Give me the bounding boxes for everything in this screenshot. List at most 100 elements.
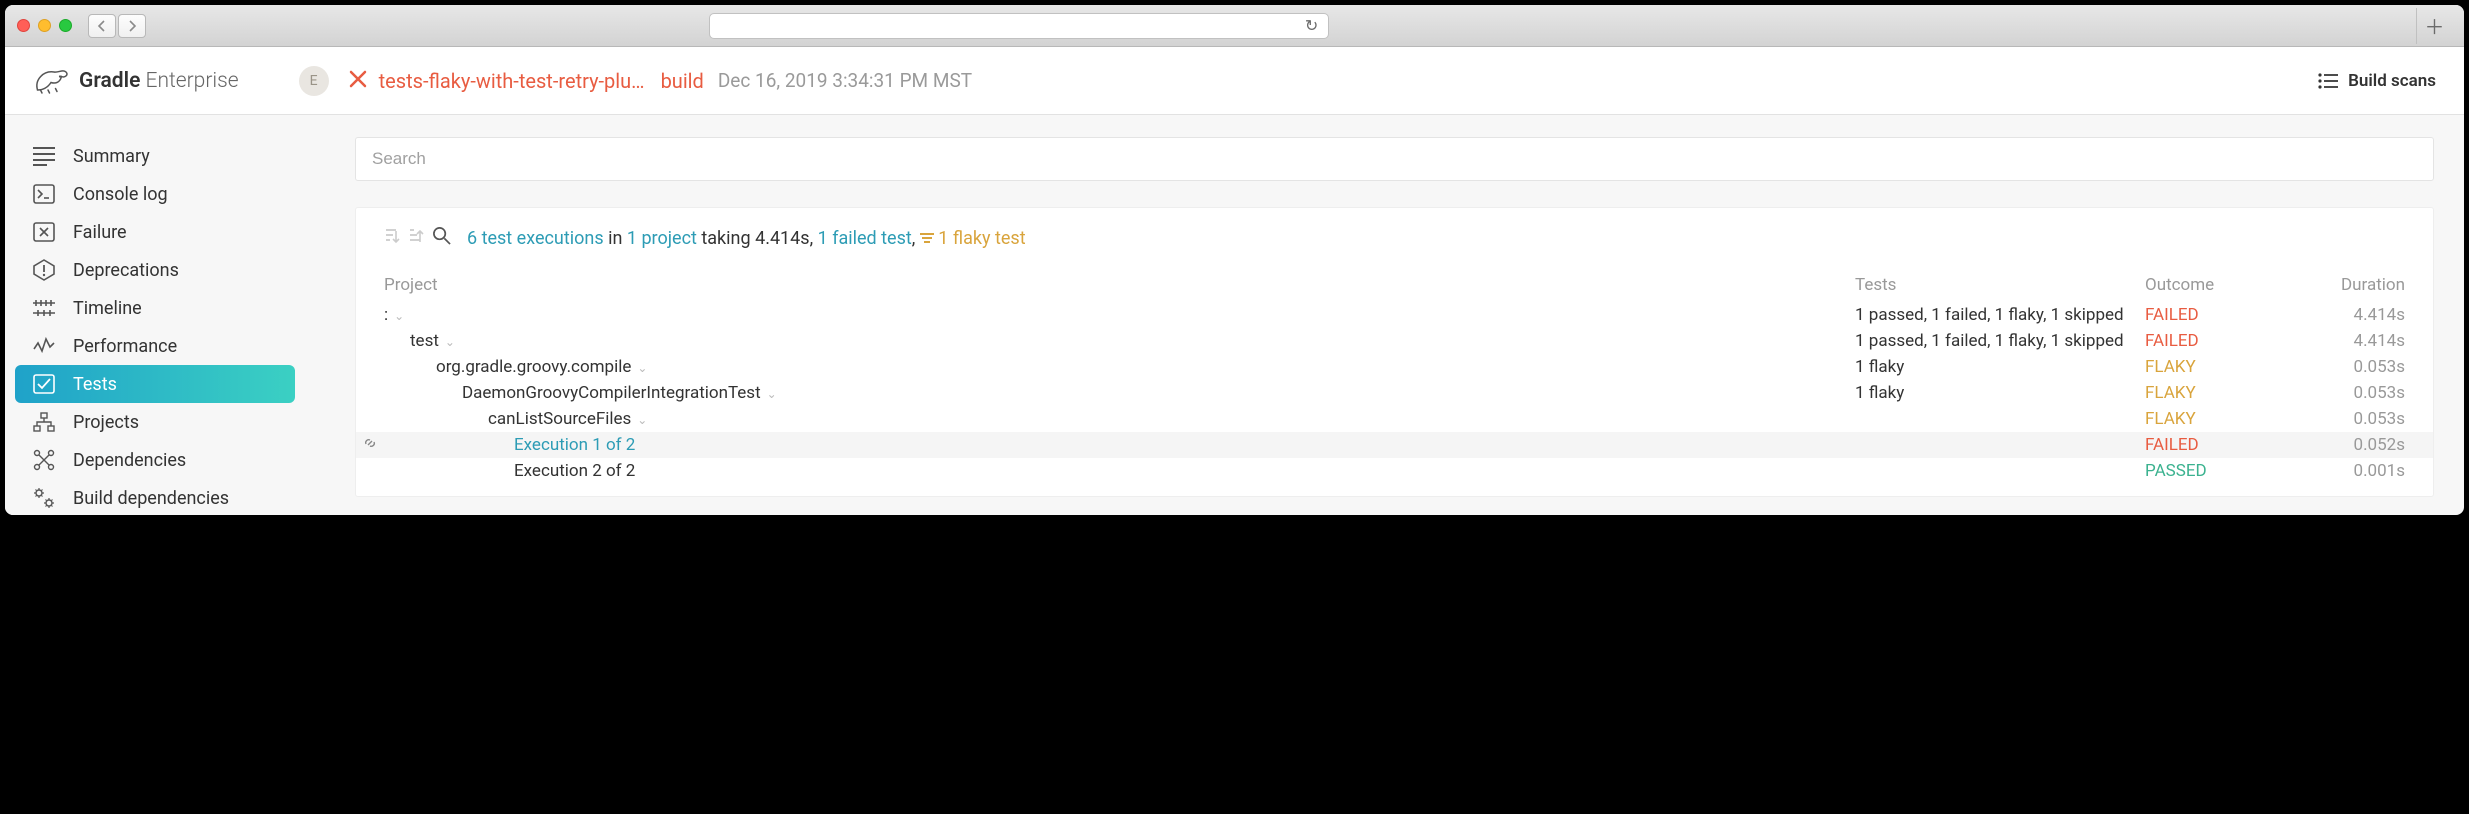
sidebar-item-build-dependencies[interactable]: Build dependencies xyxy=(5,479,305,515)
dependencies-icon xyxy=(33,449,55,471)
chevron-down-icon[interactable]: ⌄ xyxy=(388,309,404,323)
sidebar: Summary Console log Failure Deprecations xyxy=(5,115,305,515)
summary-text: 6 test executions in 1 project taking 4.… xyxy=(467,228,1026,249)
row-tests: 1 passed, 1 failed, 1 flaky, 1 skipped xyxy=(1855,331,2145,351)
performance-icon xyxy=(33,335,55,357)
row-duration: 0.052s xyxy=(2295,435,2405,455)
sidebar-item-label: Build dependencies xyxy=(73,488,229,509)
project-count-link[interactable]: 1 project xyxy=(627,228,697,249)
row-outcome: FAILED xyxy=(2145,305,2295,325)
magnifier-icon[interactable] xyxy=(432,226,457,250)
gradle-elephant-icon xyxy=(33,67,69,95)
row-outcome: FAILED xyxy=(2145,435,2295,455)
row-outcome: FLAKY xyxy=(2145,357,2295,377)
chevron-down-icon[interactable]: ⌄ xyxy=(761,387,777,401)
timeline-icon xyxy=(33,297,55,319)
row-duration: 0.053s xyxy=(2295,383,2405,403)
close-window-button[interactable] xyxy=(17,19,30,32)
project-name[interactable]: tests-flaky-with-test-retry-plu… xyxy=(379,69,645,93)
row-outcome: FAILED xyxy=(2145,331,2295,351)
sidebar-item-label: Timeline xyxy=(73,298,142,319)
row-tests: 1 flaky xyxy=(1855,383,2145,403)
project-badge[interactable]: E xyxy=(299,66,329,96)
console-icon xyxy=(33,183,55,205)
sidebar-item-console-log[interactable]: Console log xyxy=(5,175,305,213)
chevron-down-icon[interactable]: ⌄ xyxy=(631,413,647,427)
main-content: 6 test executions in 1 project taking 4.… xyxy=(305,115,2464,515)
table-row[interactable]: Execution 2 of 2 PASSED0.001s xyxy=(378,458,2411,484)
browser-nav xyxy=(88,14,146,38)
table-row[interactable]: :⌄1 passed, 1 failed, 1 flaky, 1 skipped… xyxy=(378,302,2411,328)
address-bar[interactable]: ↻ xyxy=(709,13,1329,39)
col-project[interactable]: Project xyxy=(384,275,1855,295)
sidebar-item-failure[interactable]: Failure xyxy=(5,213,305,251)
sort-desc-icon[interactable] xyxy=(384,227,400,250)
tests-table: Project Tests Outcome Duration :⌄1 passe… xyxy=(378,272,2411,484)
sidebar-item-tests[interactable]: Tests xyxy=(15,365,295,403)
tests-panel: 6 test executions in 1 project taking 4.… xyxy=(355,207,2434,497)
app-header: Gradle Enterprise E tests-flaky-with-tes… xyxy=(5,47,2464,115)
table-row[interactable]: test⌄1 passed, 1 failed, 1 flaky, 1 skip… xyxy=(378,328,2411,354)
tests-summary: 6 test executions in 1 project taking 4.… xyxy=(378,226,2411,250)
build-scans-link[interactable]: Build scans xyxy=(2318,71,2436,91)
row-label: test⌄ xyxy=(384,331,1855,351)
row-label: Execution 1 of 2 xyxy=(384,435,1855,455)
permalink-icon[interactable] xyxy=(362,435,378,455)
sidebar-item-label: Deprecations xyxy=(73,260,179,281)
table-header: Project Tests Outcome Duration xyxy=(378,272,2411,298)
flaky-tests-link[interactable]: 1 flaky test xyxy=(938,228,1025,249)
forward-button[interactable] xyxy=(118,14,146,38)
sidebar-item-summary[interactable]: Summary xyxy=(5,137,305,175)
build-label[interactable]: build xyxy=(661,69,704,93)
sidebar-item-label: Console log xyxy=(73,184,168,205)
sidebar-item-projects[interactable]: Projects xyxy=(5,403,305,441)
table-row[interactable]: DaemonGroovyCompilerIntegrationTest⌄1 fl… xyxy=(378,380,2411,406)
row-duration: 0.001s xyxy=(2295,461,2405,481)
row-outcome: FLAKY xyxy=(2145,409,2295,429)
row-label: canListSourceFiles⌄ xyxy=(384,409,1855,429)
row-label: :⌄ xyxy=(384,305,1855,325)
table-row[interactable]: Execution 1 of 2 FAILED0.052s xyxy=(356,432,2433,458)
chevron-down-icon[interactable]: ⌄ xyxy=(439,335,455,349)
failure-icon xyxy=(33,221,55,243)
build-scans-label: Build scans xyxy=(2348,71,2436,91)
gradle-logo[interactable]: Gradle Enterprise xyxy=(33,67,239,95)
tests-icon xyxy=(33,373,55,395)
flaky-filter-icon[interactable] xyxy=(920,228,934,249)
table-row[interactable]: org.gradle.groovy.compile⌄1 flakyFLAKY0.… xyxy=(378,354,2411,380)
col-outcome[interactable]: Outcome xyxy=(2145,275,2295,295)
row-tests: 1 passed, 1 failed, 1 flaky, 1 skipped xyxy=(1855,305,2145,325)
search-input[interactable] xyxy=(355,137,2434,181)
reload-icon[interactable]: ↻ xyxy=(1305,16,1318,35)
row-label: DaemonGroovyCompilerIntegrationTest⌄ xyxy=(384,383,1855,403)
sort-asc-icon[interactable] xyxy=(408,227,424,250)
minimize-window-button[interactable] xyxy=(38,19,51,32)
chevron-down-icon[interactable]: ⌄ xyxy=(631,361,647,375)
col-duration[interactable]: Duration xyxy=(2295,275,2405,295)
sidebar-item-timeline[interactable]: Timeline xyxy=(5,289,305,327)
sidebar-item-label: Tests xyxy=(73,374,117,395)
sidebar-item-performance[interactable]: Performance xyxy=(5,327,305,365)
traffic-lights xyxy=(17,19,72,32)
logo-text: Gradle Enterprise xyxy=(79,69,239,93)
col-tests[interactable]: Tests xyxy=(1855,275,2145,295)
row-duration: 4.414s xyxy=(2295,331,2405,351)
exec-count-link[interactable]: 6 test executions xyxy=(467,228,604,249)
sidebar-item-dependencies[interactable]: Dependencies xyxy=(5,441,305,479)
new-tab-button[interactable]: ＋ xyxy=(2416,8,2452,44)
row-tests: 1 flaky xyxy=(1855,357,2145,377)
back-button[interactable] xyxy=(88,14,116,38)
row-outcome: FLAKY xyxy=(2145,383,2295,403)
sidebar-item-deprecations[interactable]: Deprecations xyxy=(5,251,305,289)
row-label: Execution 2 of 2 xyxy=(384,461,1855,481)
build-dependencies-icon xyxy=(33,487,55,509)
maximize-window-button[interactable] xyxy=(59,19,72,32)
row-duration: 0.053s xyxy=(2295,409,2405,429)
macos-titlebar: ↻ ＋ xyxy=(5,5,2464,47)
app-window: ↻ ＋ Gradle Enterprise E tests-flaky-with… xyxy=(5,5,2464,515)
failed-tests-link[interactable]: 1 failed test xyxy=(818,228,912,249)
sidebar-item-label: Failure xyxy=(73,222,127,243)
row-outcome: PASSED xyxy=(2145,461,2295,481)
failure-x-icon xyxy=(349,69,367,93)
table-row[interactable]: canListSourceFiles⌄ FLAKY0.053s xyxy=(378,406,2411,432)
